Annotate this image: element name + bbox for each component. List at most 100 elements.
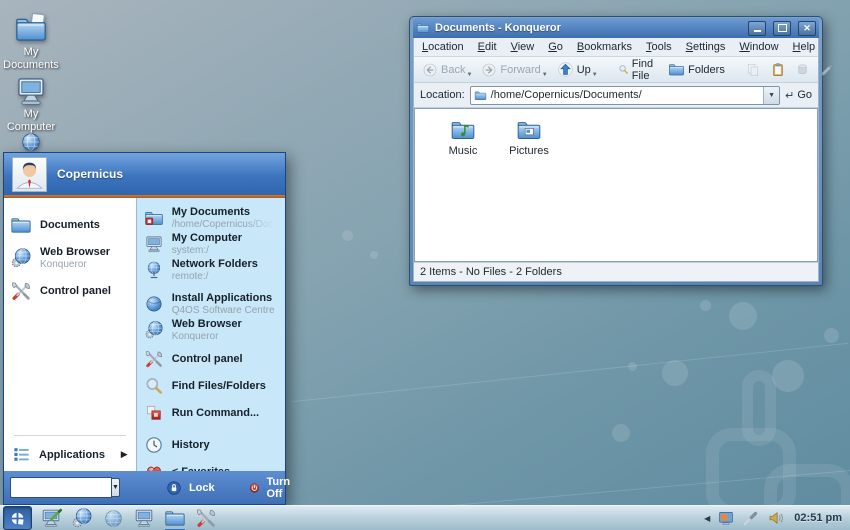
system-tray: ◀ 02:51 pm xyxy=(704,509,847,528)
file-item-music[interactable]: Music xyxy=(431,117,495,157)
back-button[interactable]: Back▼ xyxy=(419,61,475,79)
folders-button[interactable]: Folders xyxy=(665,60,728,79)
find-file-button[interactable]: Find File xyxy=(615,57,662,83)
konqueror-globe-icon xyxy=(71,507,93,529)
globe-icon xyxy=(20,131,42,153)
window-folder-icon xyxy=(416,21,430,35)
minimize-button[interactable] xyxy=(748,21,766,36)
power-icon xyxy=(249,480,260,496)
control-panel-launcher[interactable] xyxy=(194,506,218,530)
folder-icon xyxy=(164,507,186,529)
search-input[interactable] xyxy=(10,477,112,498)
menu-edit[interactable]: Edit xyxy=(478,41,497,53)
show-desktop-button[interactable] xyxy=(39,506,63,530)
go-arrow-icon: ↵ xyxy=(785,89,794,102)
web-browser-launcher[interactable] xyxy=(101,506,125,530)
wallpaper-dot xyxy=(342,230,353,241)
menu-location[interactable]: Location xyxy=(422,41,464,53)
folder-icon xyxy=(668,61,685,78)
my-computer-launcher[interactable] xyxy=(132,506,156,530)
window-titlebar[interactable]: Documents - Konqueror ✕ xyxy=(413,18,819,38)
magnifier-icon xyxy=(144,376,164,396)
konqueror-globe-icon xyxy=(10,247,32,269)
up-label: Up xyxy=(577,64,591,76)
forward-button[interactable]: Forward▼ xyxy=(478,61,550,79)
menu-item-install-applications[interactable]: Install ApplicationsQ4OS Software Centre xyxy=(137,291,285,317)
folders-label: Folders xyxy=(688,64,725,76)
menu-item-history[interactable]: History xyxy=(137,433,285,457)
tray-display-icon[interactable] xyxy=(716,509,735,528)
up-button[interactable]: Up▼ xyxy=(554,60,601,79)
go-button[interactable]: ↵ Go xyxy=(785,89,812,102)
menu-help[interactable]: Help xyxy=(793,41,816,53)
menu-bookmarks[interactable]: Bookmarks xyxy=(577,41,632,53)
konqueror-launcher[interactable] xyxy=(70,506,94,530)
lock-button[interactable]: Lock xyxy=(156,477,225,499)
item-label: Run Command... xyxy=(172,407,259,420)
dropdown-caret-icon: ▼ xyxy=(542,72,548,78)
menu-item-applications[interactable]: Applications ▶ xyxy=(4,438,136,471)
user-name: Copernicus xyxy=(57,167,123,181)
menu-tools[interactable]: Tools xyxy=(646,41,672,53)
item-sublabel: system:/ xyxy=(172,245,242,256)
menu-item-find-files[interactable]: Find Files/Folders xyxy=(137,374,285,398)
tray-collapse-arrow[interactable]: ◀ xyxy=(704,514,710,523)
maximize-button[interactable] xyxy=(773,21,791,36)
tools-icon xyxy=(195,507,217,529)
up-arrow-icon xyxy=(557,61,574,78)
file-manager-task[interactable] xyxy=(163,506,187,530)
desktop-icon-my-computer[interactable]: My Computer xyxy=(0,74,72,134)
file-item-pictures[interactable]: Pictures xyxy=(497,117,561,157)
clock-icon xyxy=(144,435,164,455)
file-label: Music xyxy=(449,145,478,157)
volume-button[interactable] xyxy=(766,509,785,528)
menu-item-control-panel[interactable]: Control panel xyxy=(4,276,136,306)
menu-item-control-panel[interactable]: Control panel xyxy=(137,347,285,371)
wallpaper-dot xyxy=(612,424,630,442)
item-label: Control panel xyxy=(40,285,111,298)
item-label: Documents xyxy=(40,219,100,232)
folder-view[interactable]: Music Pictures xyxy=(414,108,818,262)
desktop-icon-my-documents[interactable]: My Documents xyxy=(0,12,72,72)
menu-item-web-browser[interactable]: Web BrowserKonqueror xyxy=(137,317,285,343)
start-menu-right-column: My Documents/home/Copernicus/Docu My Com… xyxy=(136,198,285,471)
menu-item-network-folders[interactable]: Network Foldersremote:/ xyxy=(137,257,285,283)
location-dropdown-button[interactable]: ▼ xyxy=(763,87,779,104)
wallpaper-dot xyxy=(370,251,378,259)
status-text: 2 Items - No Files - 2 Folders xyxy=(420,266,562,278)
location-combobox[interactable]: /home/Copernicus/Documents/ ▼ xyxy=(470,86,780,105)
start-menu-header: Copernicus xyxy=(4,153,285,195)
applications-label: Applications xyxy=(39,449,113,461)
menu-view[interactable]: View xyxy=(511,41,535,53)
menu-item-my-computer[interactable]: My Computersystem:/ xyxy=(137,231,285,257)
user-avatar xyxy=(12,157,47,192)
rename-button[interactable] xyxy=(816,61,838,79)
item-label: My Computer xyxy=(172,232,242,245)
menu-window[interactable]: Window xyxy=(739,41,778,53)
menu-item-my-documents[interactable]: My Documents/home/Copernicus/Docu xyxy=(137,205,285,231)
taskbar: ◀ 02:51 pm xyxy=(0,505,850,530)
menu-settings[interactable]: Settings xyxy=(686,41,726,53)
wallpaper-ring xyxy=(742,370,776,446)
tray-pen-icon[interactable] xyxy=(741,509,760,528)
clock[interactable]: 02:51 pm xyxy=(794,512,842,524)
start-button[interactable] xyxy=(3,506,32,530)
menu-item-web-browser[interactable]: Web BrowserKonqueror xyxy=(4,240,136,276)
copy-button[interactable] xyxy=(742,61,764,79)
paste-button[interactable] xyxy=(767,61,789,79)
desktop-icon-web-browser[interactable] xyxy=(0,131,72,153)
search-dropdown-button[interactable]: ▼ xyxy=(112,478,120,497)
start-menu-left-column: Documents Web BrowserKonqueror Control p… xyxy=(4,198,136,471)
location-value[interactable]: /home/Copernicus/Documents/ xyxy=(491,89,759,101)
item-label: History xyxy=(172,439,210,452)
konqueror-globe-icon xyxy=(144,320,164,340)
turn-off-button[interactable]: Turn Off xyxy=(239,473,306,503)
menu-item-documents[interactable]: Documents xyxy=(4,210,136,240)
paste-icon xyxy=(770,62,786,78)
menu-go[interactable]: Go xyxy=(548,41,563,53)
close-button[interactable]: ✕ xyxy=(798,21,816,36)
forward-label: Forward xyxy=(500,64,540,76)
turn-off-label: Turn Off xyxy=(266,476,295,500)
menu-item-run-command[interactable]: Run Command... xyxy=(137,401,285,425)
print-button[interactable] xyxy=(792,61,813,78)
